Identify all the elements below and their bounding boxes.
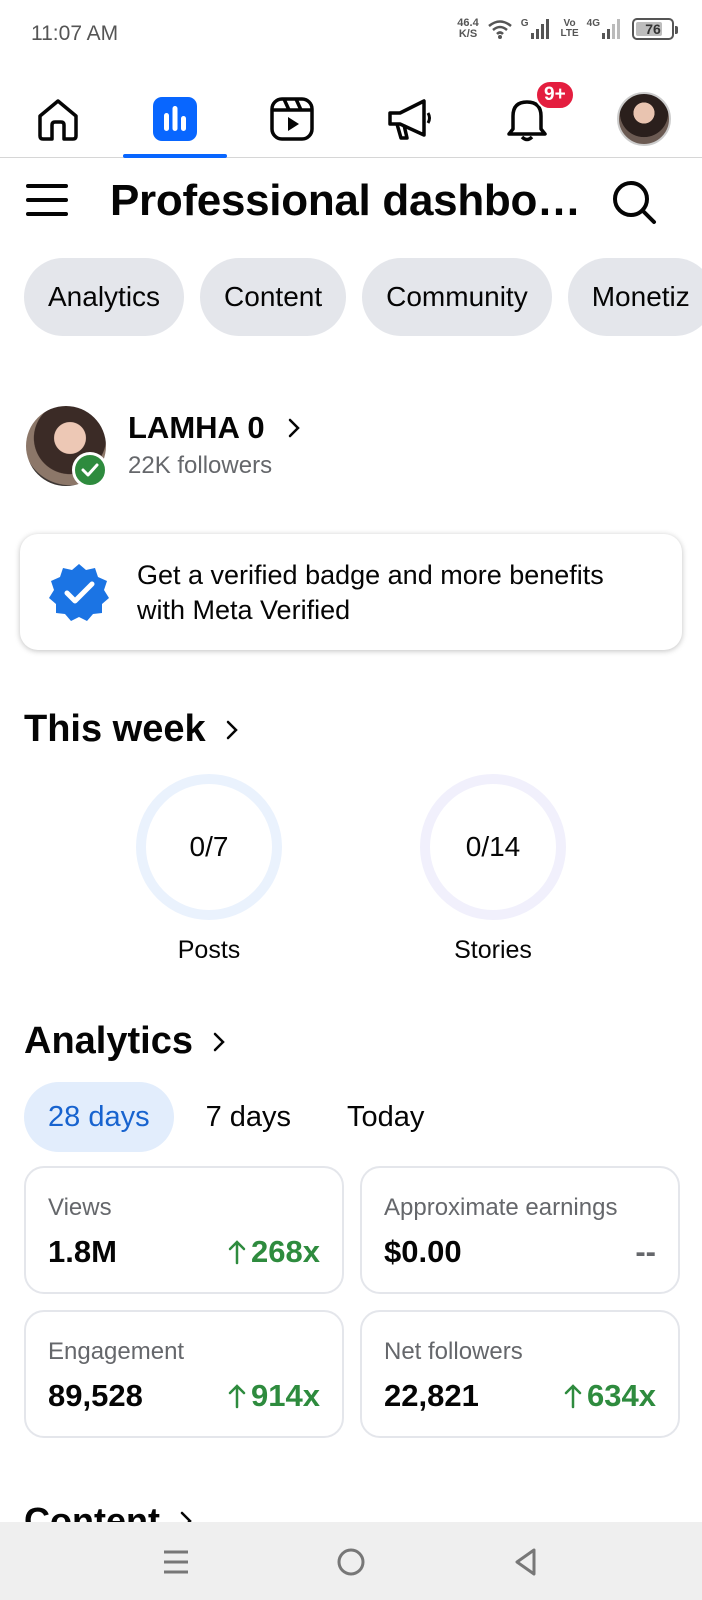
metric-card-engagement[interactable]: Engagement 89,528 914x xyxy=(24,1310,344,1438)
home-button[interactable] xyxy=(329,1540,373,1584)
nav-reels[interactable] xyxy=(240,80,344,158)
nav-profile[interactable] xyxy=(592,80,696,158)
menu-lines-icon xyxy=(164,1550,188,1574)
status-icons: 46.4 K/S G Vo LTE 4G 76 xyxy=(457,17,678,40)
profile-name: LAMHA 0 xyxy=(128,410,265,445)
range-tab-today[interactable]: Today xyxy=(323,1082,448,1152)
status-time: 11:07 AM xyxy=(31,22,119,45)
home-icon xyxy=(38,99,78,141)
circle-icon xyxy=(337,1548,365,1576)
signal-2-icon: 4G xyxy=(587,19,624,39)
chip-monetization[interactable]: Monetiz xyxy=(567,258,702,336)
nav-home[interactable] xyxy=(6,80,110,158)
megaphone-icon xyxy=(388,99,431,140)
reels-icon xyxy=(270,97,314,141)
wifi-icon xyxy=(487,20,512,39)
stories-goal[interactable]: 0/14 Stories xyxy=(420,774,566,965)
page-title: Professional dashbo… xyxy=(110,176,581,225)
volte-icon: Vo LTE xyxy=(560,18,579,39)
network-speed: 46.4 K/S xyxy=(457,17,479,40)
metric-card-earnings[interactable]: Approximate earnings $0.00 -- xyxy=(360,1166,680,1294)
this-week-heading[interactable]: This week xyxy=(24,708,240,751)
arrow-up-icon xyxy=(228,1384,246,1409)
chip-content[interactable]: Content xyxy=(200,258,347,336)
notification-badge: 9+ xyxy=(535,80,575,110)
system-nav-bar xyxy=(0,1522,702,1600)
search-icon[interactable] xyxy=(610,178,658,226)
chip-analytics[interactable]: Analytics xyxy=(24,258,185,336)
chevron-right-icon xyxy=(213,1032,225,1051)
status-bar: 11:07 AM 46.4 K/S G Vo LTE 4G 76 xyxy=(0,0,702,70)
nav-ads[interactable] xyxy=(358,80,462,158)
profile-summary[interactable]: LAMHA 0 22K followers xyxy=(26,406,676,488)
metric-card-views[interactable]: Views 1.8M 268x xyxy=(24,1166,344,1294)
meta-verified-card[interactable]: Get a verified badge and more benefits w… xyxy=(20,534,682,650)
chevron-right-icon xyxy=(288,418,300,438)
chevron-right-icon xyxy=(226,720,238,739)
stories-label: Stories xyxy=(454,936,532,964)
verified-badge-icon xyxy=(49,564,109,621)
analytics-heading[interactable]: Analytics xyxy=(24,1020,227,1063)
avatar xyxy=(617,92,671,146)
posts-goal[interactable]: 0/7 Posts xyxy=(136,774,282,965)
hamburger-icon xyxy=(26,184,68,188)
signal-icon: G xyxy=(521,19,553,39)
verified-promo-text: Get a verified badge and more benefits w… xyxy=(137,560,604,625)
range-tab-7-days[interactable]: 7 days xyxy=(182,1082,315,1152)
page-header: Professional dashbo… xyxy=(0,158,702,246)
arrow-up-icon xyxy=(564,1384,582,1409)
nav-dashboard[interactable] xyxy=(123,80,227,158)
chip-community[interactable]: Community xyxy=(362,258,552,336)
back-triangle-icon xyxy=(515,1548,536,1576)
posts-progress-ring: 0/7 xyxy=(136,774,282,920)
dashboard-icon xyxy=(153,97,197,141)
date-range-tabs: 28 days 7 days Today xyxy=(24,1082,448,1152)
battery-icon: 76 xyxy=(632,18,678,40)
nav-notifications[interactable]: 9+ xyxy=(475,80,579,158)
menu-button[interactable] xyxy=(26,180,68,220)
range-tab-28-days[interactable]: 28 days xyxy=(24,1082,174,1152)
section-chips: Analytics Content Community Monetiz xyxy=(24,258,702,338)
follower-count: 22K followers xyxy=(128,452,273,479)
posts-label: Posts xyxy=(177,936,241,964)
arrow-up-icon xyxy=(228,1240,246,1265)
metric-card-net-followers[interactable]: Net followers 22,821 634x xyxy=(360,1310,680,1438)
verified-check-icon xyxy=(72,452,108,488)
recent-apps-button[interactable] xyxy=(154,1540,198,1584)
stories-progress-ring: 0/14 xyxy=(420,774,566,920)
back-button[interactable] xyxy=(504,1540,548,1584)
top-nav: 9+ xyxy=(0,70,702,158)
